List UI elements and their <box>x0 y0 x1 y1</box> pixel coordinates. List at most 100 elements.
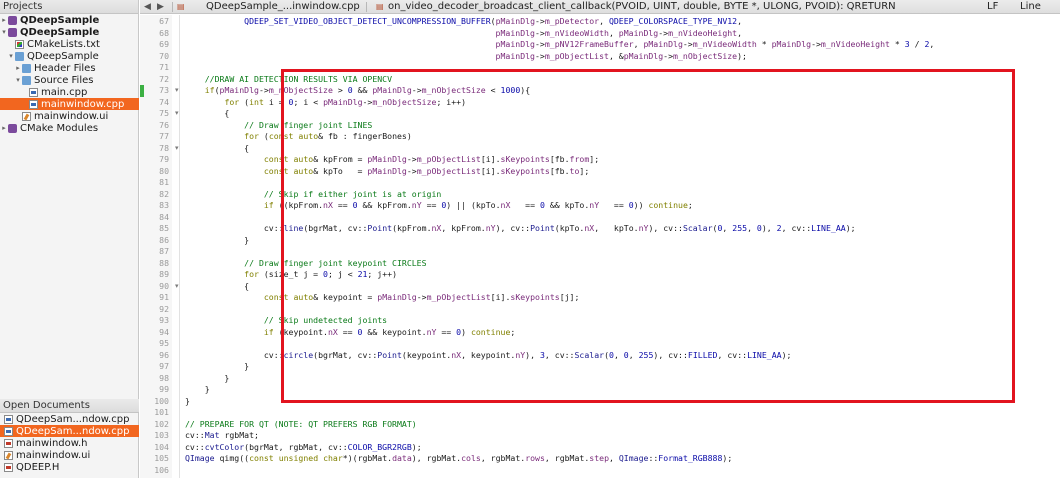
line-number: 75 <box>159 108 169 118</box>
code-line[interactable]: pMainDlg->m_nVideoWidth, pMainDlg->m_nVi… <box>185 28 743 40</box>
code-line[interactable]: cv::circle(bgrMat, cv::Point(keypoint.nX… <box>185 349 792 362</box>
header-file-icon <box>4 438 13 448</box>
tree-item[interactable]: ▸ QDeepSample <box>0 14 139 26</box>
chevron-right-icon[interactable]: ▸ <box>0 124 8 132</box>
code-token: -> <box>416 292 427 302</box>
code-editor[interactable]: QDEEP_SET_VIDEO_OBJECT_DETECT_UNCOMPRESS… <box>181 15 1060 478</box>
open-documents-list[interactable]: QDeepSam...ndow.cpp QDeepSam...ndow.cpp ma… <box>0 413 139 473</box>
code-line[interactable]: pMainDlg->m_pObjectList, &pMainDlg->m_nO… <box>185 51 747 63</box>
code-token: :: <box>648 453 659 463</box>
chevron-right-icon[interactable]: ▸ <box>0 16 8 24</box>
tree-item[interactable]: ▾ Source Files <box>0 74 139 86</box>
code-line[interactable]: // Draw finger joint keypoint CIRCLES <box>185 258 426 270</box>
code-line[interactable]: { <box>185 108 229 120</box>
code-token: && kpTo. <box>544 200 590 210</box>
code-line[interactable]: const auto& kpTo = pMainDlg->m_pObjectLi… <box>185 166 589 178</box>
code-line[interactable]: for (const auto& fb : fingerBones) <box>185 131 412 143</box>
chevron-down-icon[interactable]: ▾ <box>7 52 15 60</box>
code-token: pMainDlg <box>377 292 417 302</box>
tree-item[interactable]: main.cpp <box>0 86 139 98</box>
code-token: ); <box>845 223 856 233</box>
tree-item[interactable]: CMakeLists.txt <box>0 38 139 50</box>
chevron-down-icon[interactable]: ▾ <box>0 28 8 36</box>
code-token: pMainDlg <box>372 85 412 95</box>
code-line[interactable]: { <box>185 143 249 155</box>
tree-item[interactable]: mainwindow.cpp <box>0 98 139 110</box>
function-selector[interactable]: on_video_decoder_broadcast_client_callba… <box>388 0 896 14</box>
code-token: step <box>589 453 609 463</box>
code-line[interactable]: } <box>185 373 229 385</box>
code-line[interactable]: { <box>185 281 249 293</box>
code-line[interactable]: if (keypoint.nX == 0 && keypoint.nY == 0… <box>185 327 515 339</box>
file-tab[interactable]: QDeepSample_...inwindow.cpp <box>206 0 360 14</box>
code-line[interactable]: const auto& keypoint = pMainDlg->m_pObje… <box>185 292 580 304</box>
code-token: [i]. <box>480 154 501 164</box>
code-token: nX <box>500 200 511 210</box>
code-line[interactable]: QDEEP_SET_VIDEO_OBJECT_DETECT_UNCOMPRESS… <box>185 16 742 28</box>
open-document-item[interactable]: QDeepSam...ndow.cpp <box>0 425 139 437</box>
code-token: ), cv:: <box>648 223 683 233</box>
code-token: ; j++) <box>367 269 397 279</box>
chevron-right-icon[interactable]: ▸ <box>14 64 22 72</box>
code-line[interactable]: } <box>185 396 190 408</box>
code-line[interactable]: } <box>185 384 210 396</box>
code-token: pMainDlg <box>495 50 535 61</box>
code-line[interactable]: // Draw finger joint LINES <box>185 120 372 132</box>
tree-item[interactable]: ▸ Header Files <box>0 62 139 74</box>
tree-item[interactable]: ▾ QDeepSample <box>0 26 139 38</box>
code-line[interactable]: } <box>185 361 249 373</box>
code-line[interactable]: if(pMainDlg->m_nObjectSize > 0 && pMainD… <box>185 85 530 97</box>
encoding-label[interactable]: LF <box>987 0 998 14</box>
code-line[interactable]: // Skip undetected joints <box>185 315 387 327</box>
tree-item[interactable]: ▾ QDeepSample <box>0 50 139 62</box>
code-token: -> <box>258 85 269 95</box>
code-token: to <box>569 165 580 176</box>
code-line[interactable]: cv::cvtColor(bgrMat, rgbMat, cv::COLOR_B… <box>185 442 422 454</box>
code-line[interactable]: // PREPARE FOR QT (NOTE: QT PREFERS RGB … <box>185 419 417 431</box>
line-number: 84 <box>159 211 169 222</box>
code-line[interactable]: const auto& kpFrom = pMainDlg->m_pObject… <box>185 154 599 166</box>
line-number: 81 <box>159 177 169 187</box>
code-token: //DRAW AI DETECTION RESULTS VIA OPENCV <box>204 73 393 84</box>
code-line[interactable]: pMainDlg->m_pNV12FrameBuffer, pMainDlg->… <box>185 39 935 51</box>
code-token: QDEEP_COLORSPACE_TYPE_NV12 <box>608 16 738 26</box>
tree-item-label: QDeepSample <box>20 14 100 26</box>
code-line[interactable]: cv::Mat rgbMat; <box>185 430 259 442</box>
line-number-gutter: 67 68 69 70 71 72 73 74 75 76 77 78 79 80 81 82 83 84 85 86… <box>140 15 172 478</box>
open-document-item[interactable]: mainwindow.ui <box>0 449 139 461</box>
open-document-item[interactable]: QDEEP.H <box>0 461 139 473</box>
code-token: nX <box>584 223 595 233</box>
code-line[interactable]: cv::line(bgrMat, cv::Point(kpFrom.nX, kp… <box>185 223 856 235</box>
code-line[interactable]: if ((kpFrom.nX == 0 && kpFrom.nY == 0) |… <box>185 200 693 212</box>
code-line[interactable]: } <box>185 235 249 247</box>
code-token: & kpTo = <box>313 165 368 176</box>
line-number: 97 <box>159 361 169 371</box>
tree-item[interactable]: mainwindow.ui <box>0 110 139 122</box>
code-token: ), cv:: <box>653 349 688 360</box>
code-token: == <box>421 200 442 210</box>
forward-button[interactable]: ▶ <box>157 0 164 14</box>
code-line[interactable]: for (size_t j = 0; j < 21; j++) <box>185 269 397 281</box>
tree-item-label: Source Files <box>34 74 94 86</box>
code-line[interactable]: QImage qimg((const unsigned char*)(rgbMa… <box>185 453 732 465</box>
tree-item[interactable]: ▸ CMake Modules <box>0 122 139 134</box>
open-document-item[interactable]: mainwindow.h <box>0 437 139 449</box>
code-line[interactable]: //DRAW AI DETECTION RESULTS VIA OPENCV <box>185 74 392 86</box>
line-number: 105 <box>154 453 169 463</box>
code-token: LINE_AA <box>811 223 846 233</box>
open-document-item[interactable]: QDeepSam...ndow.cpp <box>0 413 139 425</box>
code-token: auto <box>293 292 314 302</box>
code-token: pMainDlg <box>495 39 535 49</box>
code-line[interactable]: // Skip if either joint is at origin <box>185 189 441 201</box>
code-token: circle <box>283 349 314 360</box>
back-button[interactable]: ◀ <box>144 0 151 14</box>
chevron-down-icon[interactable]: ▾ <box>14 76 22 84</box>
code-line[interactable]: for (int i = 0; i < pMainDlg->m_nObjectS… <box>185 97 466 109</box>
code-token: -> <box>811 39 821 49</box>
code-token: , <box>599 16 609 26</box>
code-token: , <box>929 39 935 49</box>
project-tree[interactable]: ▸ QDeepSample ▾ QDeepSample CMakeLists.txt ▾ Q… <box>0 14 139 134</box>
